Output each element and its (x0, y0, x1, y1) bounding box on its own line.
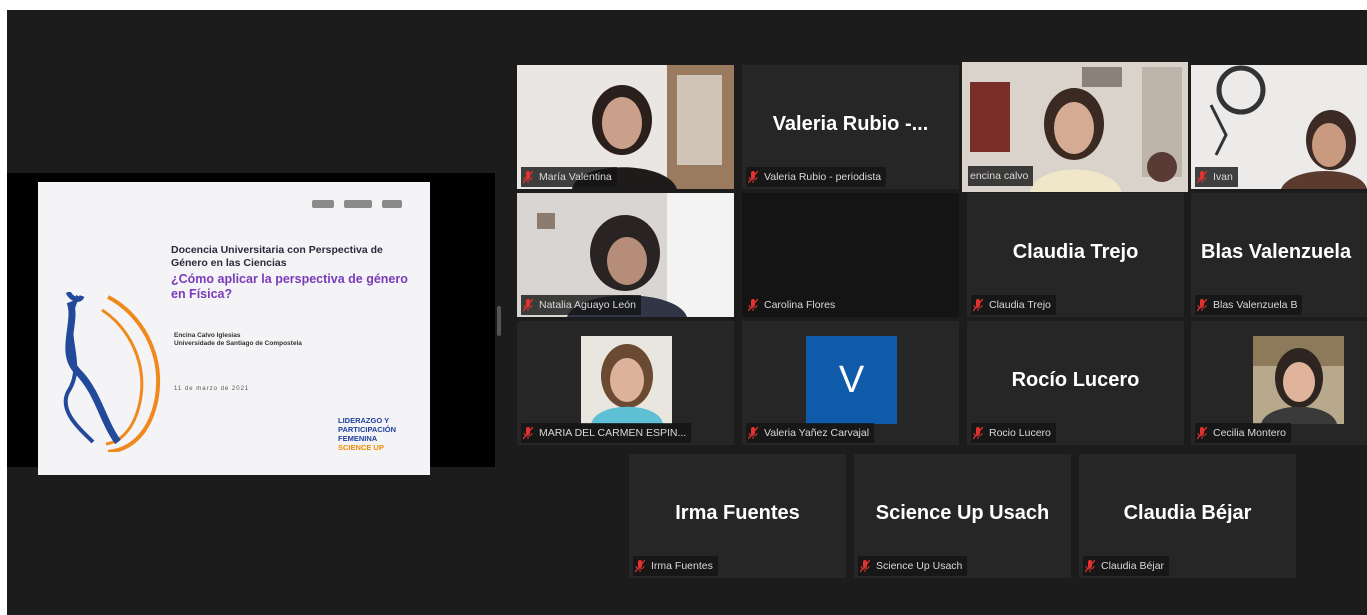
logo-icon (382, 200, 402, 208)
participant-nameplate: Claudia Trejo (971, 295, 1056, 315)
participant-name: Ivan (1213, 171, 1233, 183)
participant-tile-p15[interactable]: Claudia Béjar Claudia Béjar (1079, 454, 1296, 578)
participant-avatar (1253, 336, 1344, 424)
slide-title: Docencia Universitaria con Perspectiva d… (171, 244, 383, 269)
split-view-handle[interactable] (497, 306, 501, 336)
brand-line: LIDERAZGO Y (338, 416, 390, 425)
participant-name: Rocio Lucero (989, 427, 1051, 439)
participant-nameplate: Valeria Rubio - periodista (746, 167, 887, 187)
slide-author: Encina Calvo Iglesias (174, 332, 241, 339)
mic-muted-icon (523, 426, 533, 440)
participant-avatar (581, 336, 672, 424)
participant-name: Carolina Flores (764, 299, 836, 311)
participant-name: Science Up Usach (876, 560, 963, 572)
participant-name: María Valentina (539, 171, 612, 183)
participant-name: Claudia Béjar (1101, 560, 1165, 572)
slide-brand: LIDERAZGO Y PARTICIPACIÓN FEMENINA SCIEN… (338, 416, 396, 452)
mic-muted-icon (1197, 426, 1207, 440)
slide-subtitle: ¿Cómo aplicar la perspectiva de género e… (171, 272, 408, 301)
participant-nameplate: Irma Fuentes (633, 556, 718, 576)
slide-date: 11 de marzo de 2021 (174, 386, 250, 392)
mic-muted-icon (973, 298, 983, 312)
participant-display-name: Blas Valenzuela (1201, 241, 1352, 263)
participant-tile-p13[interactable]: Irma Fuentes Irma Fuentes (629, 454, 846, 578)
participant-name: Cecilia Montero (1213, 427, 1286, 439)
participant-display-name: Rocío Lucero (1011, 369, 1140, 391)
participant-name: Natalia Aguayo León (539, 299, 636, 311)
participant-name: Blas Valenzuela B (1213, 299, 1298, 311)
participant-avatar-letter: V (806, 336, 897, 424)
participant-tile-p4[interactable]: Ivan (1191, 65, 1367, 189)
participant-name: Valeria Yañez Carvajal (764, 427, 870, 439)
participant-tile-p11[interactable]: Rocío Lucero Rocio Lucero (967, 321, 1184, 445)
participant-nameplate: María Valentina (521, 167, 617, 187)
mic-muted-icon (748, 170, 758, 184)
participant-nameplate: Cecilia Montero (1195, 423, 1291, 443)
slide-author-block: Encina Calvo Iglesias Universidade de Sa… (174, 332, 374, 348)
participant-tile-p12[interactable]: Cecilia Montero (1191, 321, 1367, 445)
slide-affiliation: Universidade de Santiago de Compostela (174, 340, 302, 347)
mic-muted-icon (973, 426, 983, 440)
mic-muted-icon (635, 559, 645, 573)
participant-tile-p14[interactable]: Science Up Usach Science Up Usach (854, 454, 1071, 578)
participant-name: Claudia Trejo (989, 299, 1051, 311)
brand-line: PARTICIPACIÓN (338, 425, 397, 434)
participant-display-name: Claudia Trejo (1012, 241, 1139, 263)
mic-muted-icon (1197, 170, 1207, 184)
participant-nameplate: encina calvo (968, 166, 1034, 186)
participant-nameplate: Science Up Usach (858, 556, 968, 576)
participant-nameplate: Rocio Lucero (971, 423, 1056, 443)
logo-icon (344, 200, 372, 208)
mic-muted-icon (748, 426, 758, 440)
logo-icon (312, 200, 334, 208)
participant-name: encina calvo (970, 170, 1029, 182)
brand-line: SCIENCE UP (338, 443, 384, 452)
mic-muted-icon (1197, 298, 1207, 312)
participant-tile-p8[interactable]: Blas Valenzuela Blas Valenzuela B (1191, 193, 1367, 317)
slide-logos (312, 200, 402, 208)
shared-screen[interactable]: Docencia Universitaria con Perspectiva d… (7, 173, 495, 475)
participant-display-name: Irma Fuentes (675, 502, 800, 524)
meeting-window: Docencia Universitaria con Perspectiva d… (7, 10, 1367, 615)
participant-tile-p6[interactable]: Carolina Flores (742, 193, 959, 317)
dna-profile-icon (63, 292, 160, 452)
participant-nameplate: Carolina Flores (746, 295, 841, 315)
mic-muted-icon (860, 559, 870, 573)
participant-nameplate: Claudia Béjar (1083, 556, 1170, 576)
participant-display-name: Claudia Béjar (1123, 502, 1252, 524)
participant-nameplate: Natalia Aguayo León (521, 295, 641, 315)
participant-nameplate: Valeria Yañez Carvajal (746, 423, 875, 443)
mic-muted-icon (748, 298, 758, 312)
participant-nameplate: Blas Valenzuela B (1195, 295, 1303, 315)
mic-muted-icon (523, 298, 533, 312)
participant-tile-p5[interactable]: Natalia Aguayo León (517, 193, 734, 317)
mic-muted-icon (523, 170, 533, 184)
participant-nameplate: Ivan (1195, 167, 1238, 187)
participant-name: MARIA DEL CARMEN ESPIN... (539, 427, 687, 439)
participant-tile-p9[interactable]: MARIA DEL CARMEN ESPIN... (517, 321, 734, 445)
participant-display-name: Valeria Rubio -... (772, 113, 929, 135)
brand-line: FEMENINA (338, 434, 378, 443)
participant-tile-p7[interactable]: Claudia Trejo Claudia Trejo (967, 193, 1184, 317)
participant-tile-p10[interactable]: V Valeria Yañez Carvajal (742, 321, 959, 445)
presentation-slide: Docencia Universitaria con Perspectiva d… (38, 182, 430, 475)
participant-tile-p3[interactable]: encina calvo (962, 62, 1188, 192)
participant-tile-p2[interactable]: Valeria Rubio -... Valeria Rubio - perio… (742, 65, 959, 189)
participant-name: Irma Fuentes (651, 560, 713, 572)
mic-muted-icon (1085, 559, 1095, 573)
participant-nameplate: MARIA DEL CARMEN ESPIN... (521, 423, 692, 443)
participant-tile-p1[interactable]: María Valentina (517, 65, 734, 189)
participant-display-name: Science Up Usach (875, 502, 1050, 524)
participant-name: Valeria Rubio - periodista (764, 171, 882, 183)
